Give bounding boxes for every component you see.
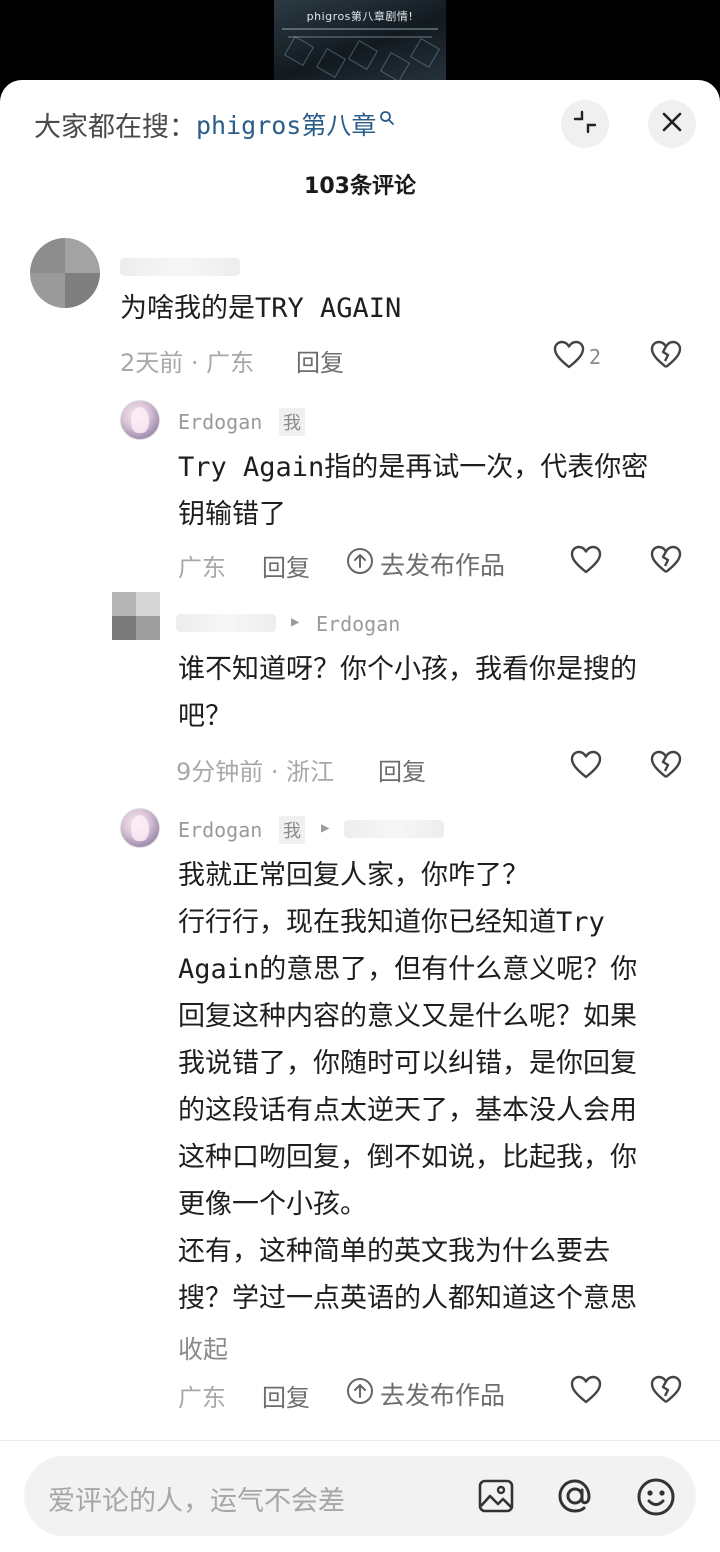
avatar[interactable] — [120, 808, 160, 848]
search-suggestion-label: 大家都在搜： — [34, 111, 196, 143]
reply-button[interactable]: 回复 — [262, 548, 310, 583]
publish-work-label: 去发布作品 — [380, 1381, 506, 1410]
comment-text: 我就正常回复人家，你咋了？ 行行行，现在我知道你已经知道Try Again的意思… — [178, 860, 638, 1314]
heart-icon — [570, 545, 602, 579]
collapse-icon — [572, 109, 598, 139]
dislike-button[interactable] — [650, 1375, 682, 1409]
publish-icon — [346, 547, 380, 581]
username-blurred[interactable] — [120, 258, 240, 276]
image-icon[interactable] — [476, 1476, 516, 1520]
username[interactable]: Erdogan — [178, 818, 262, 842]
video-thumbnail[interactable]: phigros第八章剧情! — [274, 0, 446, 82]
broken-heart-icon — [650, 545, 682, 579]
heart-icon — [570, 1375, 602, 1409]
comment-text: 谁不知道呀？你个小孩，我看你是搜的 吧？ — [178, 654, 637, 732]
search-icon[interactable] — [379, 102, 395, 133]
avatar[interactable] — [120, 400, 160, 440]
search-suggestion[interactable]: 大家都在搜： phigros第八章 — [34, 104, 395, 144]
reply-button[interactable]: 回复 — [262, 1378, 310, 1413]
reply-button[interactable]: 回复 — [378, 752, 426, 787]
like-count: 2 — [589, 345, 602, 369]
broken-heart-icon — [650, 1375, 682, 1409]
like-button[interactable] — [570, 750, 602, 784]
close-icon — [661, 111, 683, 137]
heart-icon — [553, 340, 585, 374]
comment-text: Try Again指的是再试一次，代表你密 钥输错了 — [178, 452, 649, 530]
comment-meta: 广东 — [178, 1384, 226, 1412]
like-button[interactable] — [570, 1375, 602, 1409]
collapse-button[interactable] — [561, 100, 609, 148]
reply-arrow-icon: ▶ — [321, 820, 330, 836]
video-subtitle-line — [288, 36, 432, 38]
video-subtitle-line — [282, 28, 438, 30]
comment-text: 为啥我的是TRY AGAIN — [120, 293, 402, 324]
comment-input-placeholder: 爱评论的人，运气不会差 — [48, 1486, 345, 1517]
me-badge: 我 — [279, 816, 305, 844]
comments-sheet: 大家都在搜： phigros第八章 103条评论 为啥我的是TRY AGAIN — [0, 80, 720, 1552]
like-button[interactable]: 2 — [553, 340, 601, 374]
at-icon[interactable] — [555, 1476, 595, 1520]
publish-icon — [346, 1377, 380, 1411]
reply-arrow-icon: ▶ — [291, 614, 300, 630]
comment-meta: 9分钟前 · 浙江 — [176, 758, 335, 786]
comment-meta: 2天前 · 广东 — [120, 349, 255, 377]
broken-heart-icon — [650, 750, 682, 784]
publish-work-label: 去发布作品 — [380, 551, 506, 580]
collapse-link[interactable]: 收起 — [178, 1330, 228, 1366]
reply-button[interactable]: 回复 — [296, 343, 344, 378]
avatar[interactable] — [30, 238, 100, 308]
dislike-button[interactable] — [650, 545, 682, 579]
input-divider — [0, 1440, 720, 1441]
like-button[interactable] — [570, 545, 602, 579]
publish-work-button[interactable]: 去发布作品 — [346, 1376, 505, 1412]
avatar[interactable] — [112, 592, 160, 640]
video-title: phigros第八章剧情! — [306, 10, 414, 23]
close-button[interactable] — [648, 100, 696, 148]
publish-work-button[interactable]: 去发布作品 — [346, 546, 505, 582]
username-blurred[interactable] — [176, 614, 276, 632]
dislike-button[interactable] — [650, 750, 682, 784]
comment-input[interactable]: 爱评论的人，运气不会差 — [24, 1456, 696, 1536]
emoji-icon[interactable] — [635, 1476, 677, 1522]
reply-target-blurred[interactable] — [344, 820, 444, 838]
heart-icon — [570, 750, 602, 784]
username[interactable]: Erdogan — [178, 410, 262, 434]
comment-count: 103条评论 — [304, 174, 416, 199]
comment-meta: 广东 — [178, 554, 226, 582]
me-badge: 我 — [279, 408, 305, 436]
broken-heart-icon — [650, 340, 682, 374]
dislike-button[interactable] — [650, 340, 682, 374]
search-suggestion-term[interactable]: phigros第八章 — [196, 106, 376, 142]
video-strip[interactable]: phigros第八章剧情! — [0, 0, 720, 86]
reply-target-username[interactable]: Erdogan — [316, 612, 400, 636]
